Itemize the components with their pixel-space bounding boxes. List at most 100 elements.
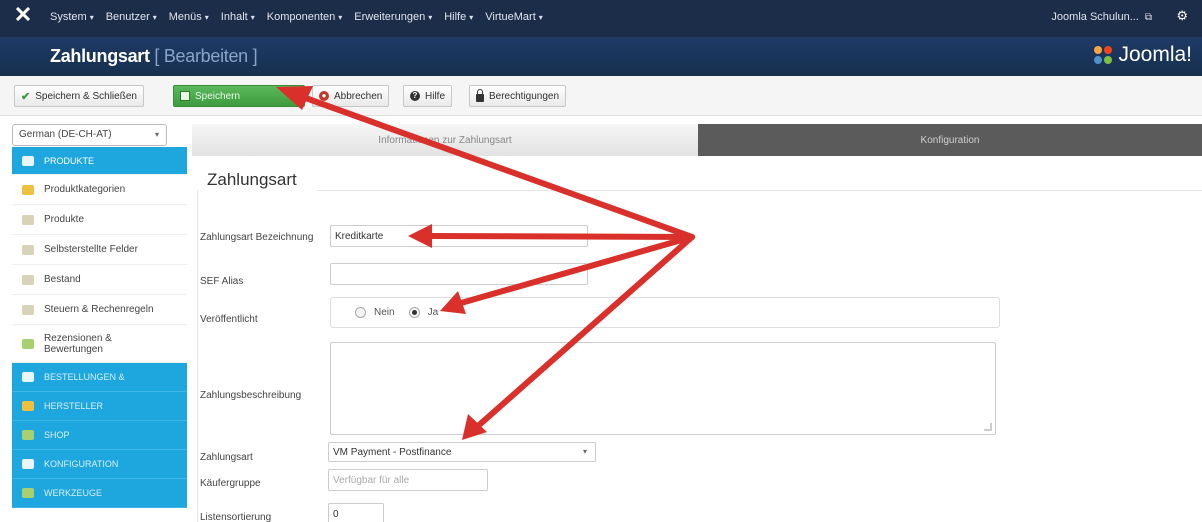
gear-icon[interactable]: ⚙	[1176, 8, 1188, 24]
radio-label: Ja	[427, 307, 439, 318]
payment-description-textarea[interactable]	[330, 342, 996, 435]
list-icon	[22, 214, 34, 225]
sidebar-item-inventory[interactable]: Bestand	[12, 265, 187, 295]
method-label: Zahlungsart	[200, 452, 253, 463]
payment-name-input[interactable]: Kreditkarte	[330, 225, 588, 247]
joomla-logo-icon[interactable]	[16, 7, 30, 21]
save-button[interactable]: Speichern	[173, 85, 305, 107]
sidebar-item-label: WERKZEUGE	[44, 488, 103, 498]
description-label: Zahlungsbeschreibung	[200, 390, 302, 401]
sidebar-item-label: HERSTELLER	[44, 401, 104, 411]
action-toolbar: ✔ Speichern & Schließen Speichern ● Abbr…	[0, 76, 1202, 116]
payment-name-value: Kreditkarte	[335, 230, 384, 242]
sidebar-item-products[interactable]: PRODUKTE	[12, 147, 187, 175]
save-close-label: Speichern & Schließen	[35, 90, 137, 102]
menu-extensions[interactable]: Erweiterungen ▾	[354, 11, 432, 23]
payment-method-select[interactable]: VM Payment - Postfinance ▾	[328, 442, 596, 462]
sidebar-item-reviews[interactable]: Rezensionen & Bewertungen	[12, 325, 187, 363]
fieldset-title: Zahlungsart	[207, 170, 297, 189]
published-yes-radio[interactable]: Ja	[408, 307, 439, 318]
chevron-down-icon: ▾	[338, 13, 343, 22]
cancel-button[interactable]: ● Abbrechen	[312, 85, 390, 107]
orders-icon	[22, 372, 34, 382]
menu-menus[interactable]: Menüs ▾	[169, 11, 209, 23]
help-button[interactable]: ? Hilfe	[403, 85, 453, 107]
top-menu-bar: System ▾ Benutzer ▾ Menüs ▾ Inhalt ▾ Kompone…	[0, 0, 1202, 37]
chevron-down-icon: ▾	[204, 13, 209, 22]
site-link[interactable]: Joomla Schulun... ⧉	[1051, 11, 1152, 23]
brand-name: Joomla!	[1118, 43, 1192, 66]
joomla-brand: Joomla!	[1092, 43, 1192, 67]
tab-payment-info[interactable]: Informationen zur Zahlungsart	[192, 124, 698, 156]
published-no-radio[interactable]: Nein	[355, 307, 395, 318]
folder-icon	[22, 184, 34, 195]
tab-label: Informationen zur Zahlungsart	[378, 134, 512, 146]
save-close-button[interactable]: ✔ Speichern & Schließen	[14, 85, 144, 107]
ordering-value: 0	[333, 508, 339, 520]
menu-content[interactable]: Inhalt ▾	[221, 11, 255, 23]
published-label: Veröffentlicht	[200, 314, 258, 325]
reviews-icon	[22, 338, 34, 349]
sidebar-item-label: Produktkategorien	[44, 184, 126, 195]
chevron-down-icon: ▾	[250, 13, 255, 22]
sef-alias-input[interactable]	[330, 263, 588, 285]
menu-help[interactable]: Hilfe ▾	[444, 11, 473, 23]
sidebar-item-custom-fields[interactable]: Selbsterstellte Felder	[12, 235, 187, 265]
help-icon: ?	[410, 91, 420, 101]
save-icon	[180, 91, 190, 101]
resize-handle-icon[interactable]	[984, 423, 992, 431]
sidebar-item-label: PRODUKTE	[44, 155, 95, 166]
main-menu: System ▾ Benutzer ▾ Menüs ▾ Inhalt ▾ Kompone…	[50, 11, 543, 23]
menu-system[interactable]: System ▾	[50, 11, 94, 23]
external-link-icon: ⧉	[1144, 11, 1152, 23]
sidebar-item-product-categories[interactable]: Produktkategorien	[12, 175, 187, 205]
sidebar-item-configuration[interactable]: KONFIGURATION	[12, 450, 187, 479]
shoppergroup-input[interactable]: Verfügbar für alle	[328, 469, 488, 491]
custom-fields-icon	[22, 244, 34, 255]
products-icon	[22, 155, 34, 166]
menu-virtuemart[interactable]: VirtueMart ▾	[485, 11, 543, 23]
tab-label: Konfiguration	[920, 134, 980, 146]
menu-components[interactable]: Komponenten ▾	[267, 11, 343, 23]
app-root: System ▾ Benutzer ▾ Menüs ▾ Inhalt ▾ Kompone…	[0, 0, 1202, 522]
ordering-label: Listensortierung	[200, 512, 272, 522]
radio-label: Nein	[374, 307, 395, 318]
sidebar-item-manufacturers[interactable]: HERSTELLER	[12, 392, 187, 421]
permissions-button[interactable]: Berechtigungen	[469, 85, 567, 107]
check-icon: ✔	[21, 90, 31, 103]
menu-users[interactable]: Benutzer ▾	[106, 11, 157, 23]
page-title: Zahlungsart [ Bearbeiten ]	[50, 46, 258, 67]
sidebar-item-orders[interactable]: BESTELLUNGEN &	[12, 363, 187, 392]
language-select[interactable]: German (DE-CH-AT) ▾	[12, 124, 167, 146]
alias-label: SEF Alias	[200, 276, 244, 287]
shoppergroup-placeholder: Verfügbar für alle	[333, 474, 410, 486]
published-radio-group: Nein Ja	[330, 297, 1000, 328]
chevron-down-icon: ▾	[469, 13, 474, 22]
shop-icon	[22, 430, 34, 440]
name-label: Zahlungsart Bezeichnung	[200, 232, 314, 243]
sidebar-item-products-list[interactable]: Produkte	[12, 205, 187, 235]
divider	[317, 190, 1202, 191]
shoppergroup-label: Käufergruppe	[200, 478, 261, 489]
tab-bar: Informationen zur Zahlungsart Konfigurat…	[192, 124, 1202, 156]
sidebar-item-taxes[interactable]: Steuern & Rechenregeln	[12, 295, 187, 325]
manufacturer-icon	[22, 401, 34, 411]
chevron-down-icon: ▾	[538, 13, 543, 22]
ordering-input[interactable]: 0	[328, 503, 384, 522]
chevron-down-icon: ▾	[428, 13, 433, 22]
sidebar-item-label: Selbsterstellte Felder	[44, 244, 138, 255]
sidebar-item-tools[interactable]: WERKZEUGE	[12, 479, 187, 508]
joomla-brand-icon	[1094, 46, 1113, 64]
site-name: Joomla Schulun...	[1051, 11, 1139, 23]
chevron-down-icon: ▾	[582, 447, 587, 456]
cancel-label: Abbrechen	[334, 90, 383, 102]
sidebar-item-label: SHOP	[44, 430, 70, 440]
sidebar-item-shop[interactable]: SHOP	[12, 421, 187, 450]
tab-configuration[interactable]: Konfiguration	[698, 124, 1202, 156]
tax-icon	[22, 304, 34, 315]
sidebar-item-label: Produkte	[44, 214, 85, 225]
sidebar-item-label: BESTELLUNGEN &	[44, 372, 125, 382]
sidebar: PRODUKTE Produktkategorien Produkte Selb…	[12, 147, 187, 508]
save-label: Speichern	[195, 90, 241, 102]
sidebar-item-label: Steuern & Rechenregeln	[44, 304, 154, 315]
